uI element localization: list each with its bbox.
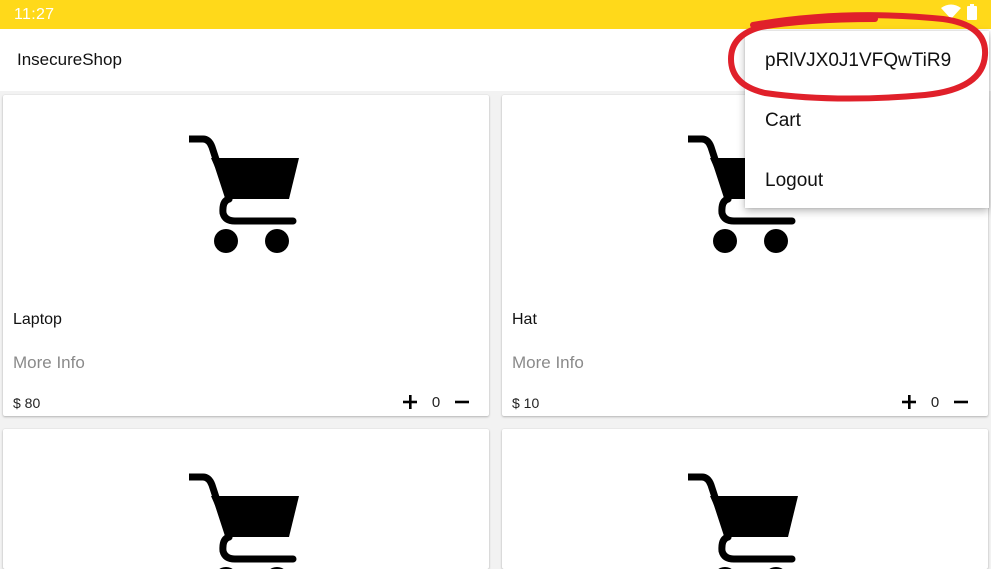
quantity-value: 0 (431, 393, 441, 411)
more-info-link[interactable]: More Info (512, 353, 584, 373)
app-title: InsecureShop (17, 50, 122, 69)
shopping-cart-icon (185, 133, 301, 255)
status-icons (941, 4, 977, 25)
product-card[interactable] (3, 429, 489, 569)
quantity-stepper: 0 (397, 389, 475, 415)
more-info-link[interactable]: More Info (13, 353, 85, 373)
status-bar: 11:27 (0, 0, 991, 29)
plus-icon[interactable] (397, 389, 423, 415)
minus-icon[interactable] (449, 389, 475, 415)
product-price: $ 80 (13, 395, 41, 411)
product-name: Hat (512, 311, 537, 328)
product-name: Laptop (13, 311, 62, 328)
product-price: $ 10 (512, 395, 540, 411)
quantity-stepper: 0 (896, 389, 974, 415)
status-time: 11:27 (14, 5, 55, 23)
product-card[interactable]: Laptop More Info $ 80 0 (3, 95, 489, 416)
plus-icon[interactable] (896, 389, 922, 415)
quantity-value: 0 (930, 393, 940, 411)
minus-icon[interactable] (948, 389, 974, 415)
wifi-icon (941, 4, 961, 25)
battery-icon (967, 4, 977, 25)
menu-item-cart[interactable]: Cart (745, 91, 989, 151)
menu-item-logout[interactable]: Logout (745, 151, 989, 211)
shopping-cart-icon (185, 471, 301, 569)
product-card[interactable] (502, 429, 988, 569)
overflow-menu: pRlVJX0J1VFQwTiR9 Cart Logout (745, 31, 989, 208)
shopping-cart-icon (684, 471, 800, 569)
menu-item-flag[interactable]: pRlVJX0J1VFQwTiR9 (745, 31, 989, 91)
